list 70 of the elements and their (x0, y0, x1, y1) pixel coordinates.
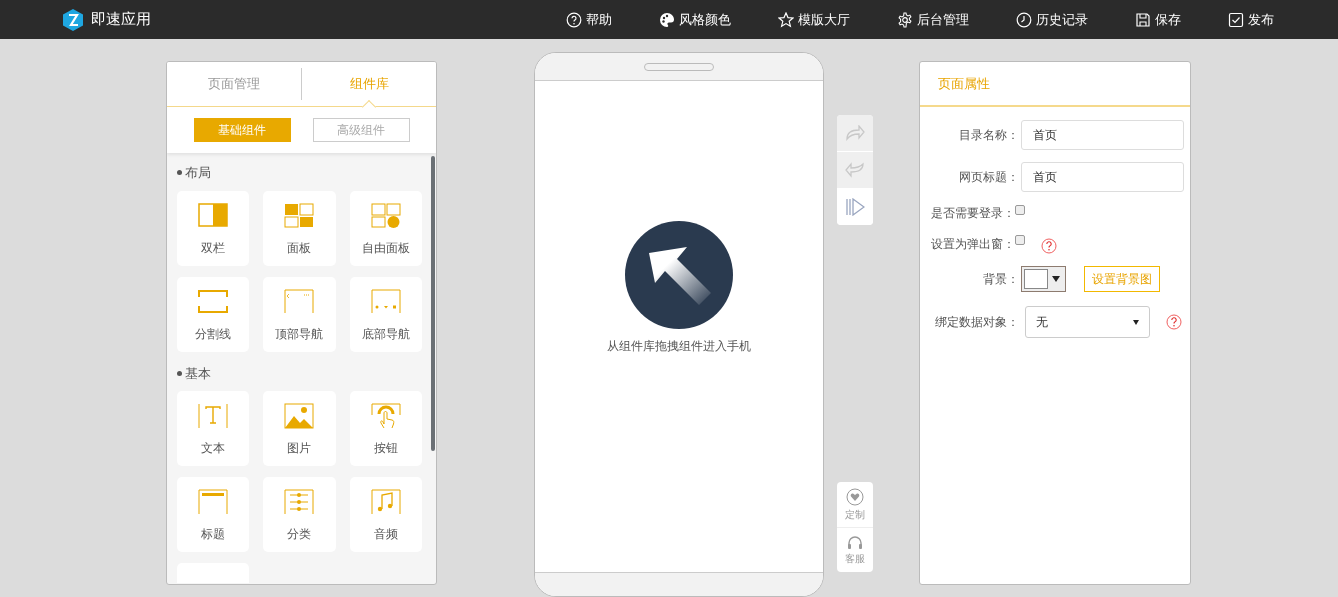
field-label: 绑定数据对象： (934, 314, 1019, 331)
nav-button[interactable]: 历史记录 (1016, 9, 1088, 30)
heart-circle-icon (846, 487, 864, 506)
undo-button[interactable] (837, 152, 873, 189)
app-title: 即速应用 (91, 9, 151, 30)
two-column-icon (198, 202, 229, 229)
grid-icon (284, 202, 315, 229)
component-card[interactable]: 双栏 (177, 190, 250, 266)
section-heading: 基本 (185, 364, 211, 383)
caret-icon (1052, 276, 1060, 282)
bottom-nav-icon (370, 288, 401, 315)
help-icon[interactable] (1166, 314, 1182, 330)
heading-icon (198, 489, 229, 515)
component-card[interactable]: 文本 (177, 391, 250, 466)
hand-tap-icon (370, 403, 401, 429)
scrollbar[interactable] (431, 156, 435, 451)
component-card[interactable]: 音频 (349, 477, 422, 552)
nav-button[interactable]: 模版大厅 (778, 9, 850, 30)
gear-icon (897, 11, 913, 28)
text-field[interactable]: 首页 (1021, 162, 1184, 192)
component-card[interactable]: 标题 (177, 477, 250, 552)
nav-button[interactable]: 发布 (1228, 9, 1274, 30)
drag-hint: 从组件库拖拽组件进入手机 (607, 338, 751, 355)
help-icon[interactable] (1041, 238, 1057, 254)
component-card[interactable]: 分割线 (177, 276, 250, 352)
component-card[interactable]: 顶部导航 (263, 276, 336, 352)
undo-icon (845, 162, 865, 178)
bullet-icon (177, 370, 182, 376)
color-picker[interactable] (1021, 266, 1066, 292)
component-card[interactable]: 自由面板 (349, 190, 422, 266)
field-label: 是否需要登录： (930, 205, 1015, 222)
component-card[interactable]: 按钮 (349, 391, 422, 466)
redo-button[interactable] (837, 115, 873, 152)
nav-button[interactable]: 风格颜色 (659, 9, 731, 30)
divider-icon (198, 288, 229, 315)
text-icon (198, 403, 229, 429)
component-card[interactable]: 图片 (263, 391, 336, 466)
checkbox[interactable] (1015, 205, 1025, 215)
component-card[interactable]: 面板 (263, 190, 336, 266)
component-card[interactable]: 底部导航 (349, 276, 422, 352)
section-heading: 布局 (185, 164, 211, 182)
top-nav-icon (284, 288, 315, 315)
help-icon (566, 11, 582, 28)
headset-icon (846, 534, 864, 550)
checkbox[interactable] (1015, 235, 1025, 245)
bullet-icon (177, 170, 182, 176)
nav-button[interactable]: 保存 (1135, 9, 1181, 30)
clock-icon (1016, 11, 1032, 28)
redo-icon (845, 125, 865, 141)
star-icon (778, 11, 794, 28)
field-label: 背景： (982, 271, 1019, 288)
music-note-icon (370, 489, 401, 515)
nav-button[interactable]: 后台管理 (897, 9, 969, 30)
component-card[interactable]: 分类 (263, 477, 336, 552)
field-label: 网页标题： (958, 169, 1019, 186)
panel-circle-icon (370, 202, 401, 229)
list-sliders-icon (284, 489, 315, 515)
logo-icon (63, 8, 83, 31)
checkbox-icon (1228, 11, 1244, 28)
select-field[interactable]: 无 (1025, 306, 1150, 338)
palette-icon (659, 11, 675, 28)
text-field[interactable]: 首页 (1021, 120, 1184, 150)
play-icon (845, 198, 865, 216)
field-label: 设置为弹出窗： (930, 236, 1015, 253)
panel-title: 页面属性 (938, 74, 990, 93)
nav-button[interactable]: 帮助 (566, 9, 612, 30)
image-icon (284, 403, 315, 429)
field-label: 目录名称： (958, 127, 1019, 144)
caret-icon (1133, 319, 1139, 325)
save-icon (1135, 11, 1151, 28)
